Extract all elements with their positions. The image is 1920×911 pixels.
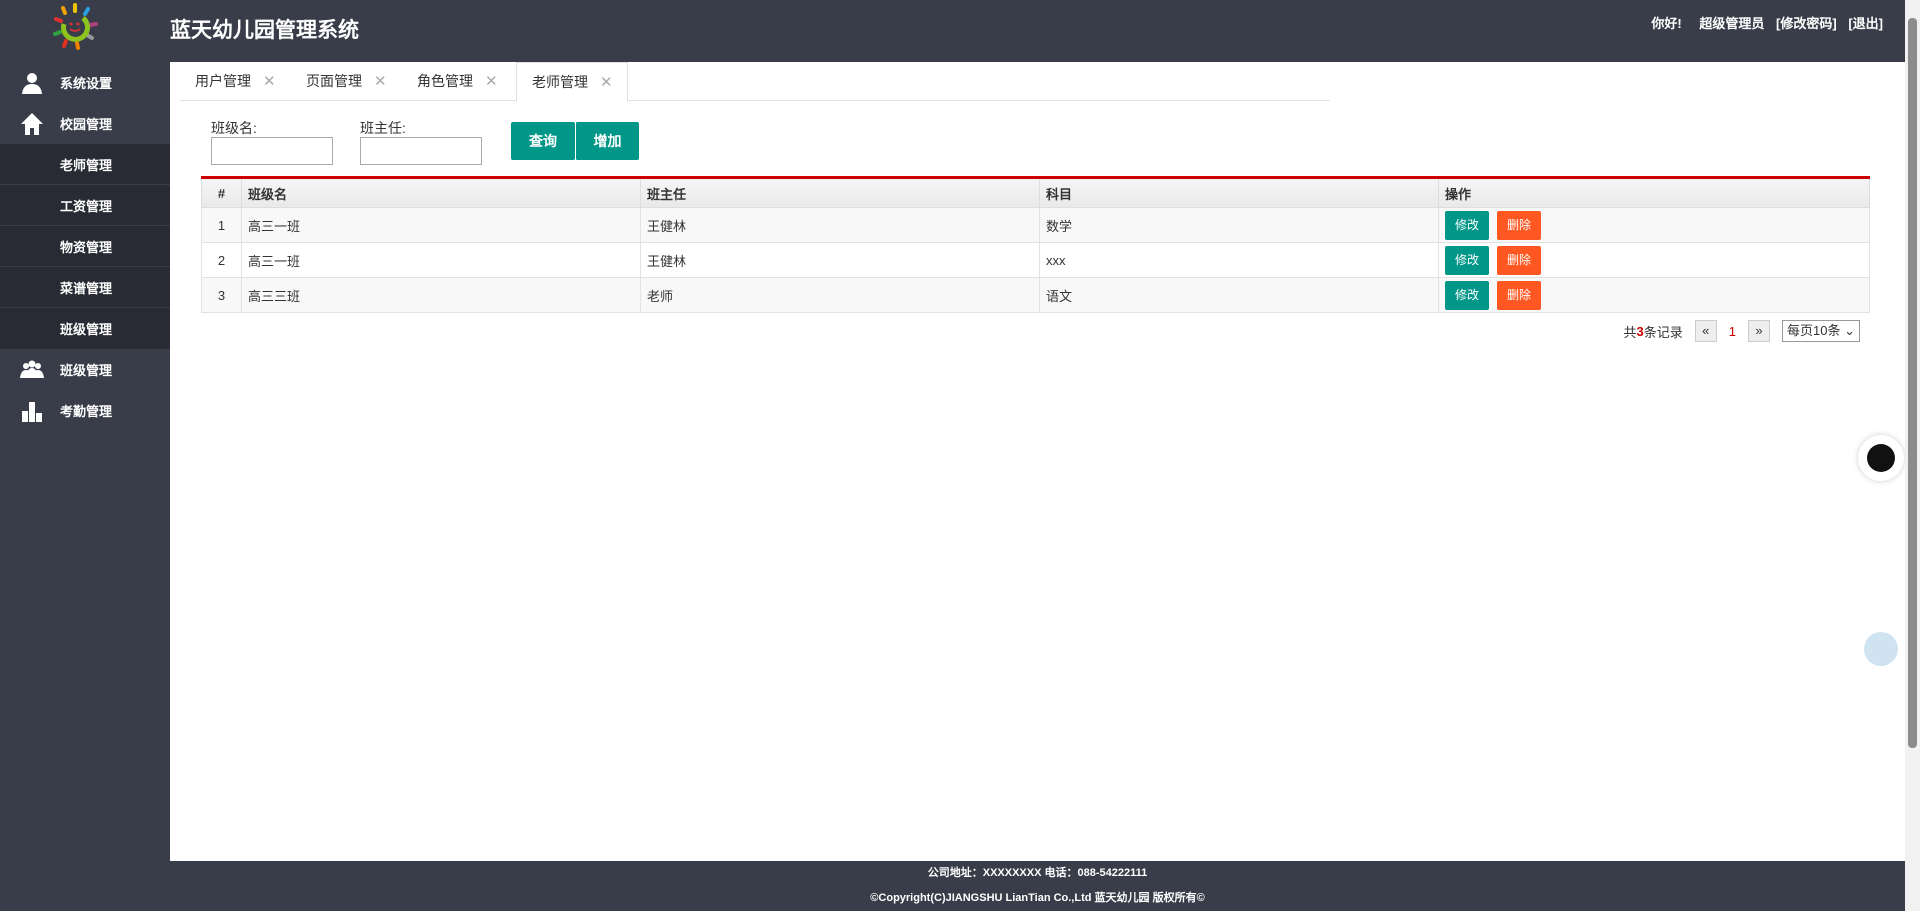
sidebar-item-class[interactable]: 班级管理	[0, 349, 170, 390]
close-icon[interactable]: ✕	[374, 73, 387, 90]
record-prefix: 共	[1623, 324, 1637, 340]
cell-subject: 数学	[1039, 207, 1439, 243]
cell-class-name: 高三三班	[241, 277, 641, 313]
tab-page-management[interactable]: 页面管理 ✕	[291, 62, 387, 101]
cell-class-name: 高三一班	[241, 242, 641, 278]
footer: 公司地址：XXXXXXXX 电话：088-54222111 ©Copyright…	[170, 861, 1905, 911]
home-icon	[21, 112, 43, 135]
delete-button[interactable]: 删除	[1497, 210, 1541, 240]
tab-teacher-management[interactable]: 老师管理 ✕	[516, 62, 628, 102]
col-header-index: #	[201, 177, 242, 208]
table-row: 2 高三一班 王健林 xxx 修改 删除	[201, 242, 1870, 278]
close-icon[interactable]: ✕	[600, 74, 613, 91]
head-teacher-label: 班主任:	[360, 120, 406, 136]
cell-actions: 修改 删除	[1438, 242, 1870, 278]
main-content: 用户管理 ✕ 页面管理 ✕ 角色管理 ✕ 老师管理 ✕ 班级名: 班主任: 查询 增加 …	[170, 62, 1905, 861]
cell-head-teacher: 王健林	[640, 207, 1040, 243]
tab-label: 角色管理	[417, 73, 473, 89]
close-icon[interactable]: ✕	[263, 73, 276, 90]
cell-index: 1	[201, 207, 242, 243]
prev-page-button[interactable]: «	[1694, 320, 1717, 342]
sidebar-item-label: 班级管理	[60, 363, 113, 378]
bar-chart-icon	[22, 401, 42, 422]
avatar-helper-icon[interactable]	[1864, 632, 1898, 666]
table-row: 3 高三三班 老师 语文 修改 删除	[201, 277, 1870, 313]
page-size-value: 每页10条	[1787, 323, 1841, 338]
close-icon[interactable]: ✕	[485, 73, 498, 90]
user-area: 你好! 超级管理员 [修改密码] [退出]	[1643, 13, 1883, 32]
chevron-down-icon: ⌄	[1844, 323, 1855, 338]
delete-button[interactable]: 删除	[1497, 280, 1541, 310]
current-page[interactable]: 1	[1729, 324, 1736, 339]
logout-link[interactable]: [退出]	[1848, 16, 1883, 31]
edit-button[interactable]: 修改	[1445, 210, 1489, 240]
scrollbar-thumb[interactable]	[1908, 18, 1917, 748]
edit-button[interactable]: 修改	[1445, 245, 1489, 275]
sidebar-item-system-settings[interactable]: 系统设置	[0, 62, 170, 103]
page-size-select[interactable]: 每页10条 ⌄	[1782, 320, 1860, 342]
tab-role-management[interactable]: 角色管理 ✕	[402, 62, 498, 101]
username: 超级管理员	[1699, 16, 1765, 31]
table-row: 1 高三一班 王健林 数学 修改 删除	[201, 207, 1870, 243]
user-icon	[22, 72, 42, 94]
delete-button[interactable]: 删除	[1497, 245, 1541, 275]
cell-subject: xxx	[1039, 242, 1439, 278]
next-page-button[interactable]: »	[1748, 320, 1770, 342]
sidebar: 系统设置 校园管理 老师管理 工资管理 物资管理 菜谱管理 班级管理 班级管理 …	[0, 62, 170, 911]
head-teacher-input[interactable]	[360, 137, 482, 165]
cell-class-name: 高三一班	[241, 207, 641, 243]
sidebar-sub-salary[interactable]: 工资管理	[0, 185, 170, 226]
pagination: 共 3 条记录 « 1 » 每页10条 ⌄	[1623, 320, 1860, 342]
edit-button[interactable]: 修改	[1445, 280, 1489, 310]
cell-actions: 修改 删除	[1438, 277, 1870, 313]
sidebar-item-campus[interactable]: 校园管理	[0, 103, 170, 144]
cell-head-teacher: 王健林	[640, 242, 1040, 278]
footer-copyright: ©Copyright(C)JIANGSHU LianTian Co.,Ltd 蓝…	[870, 892, 1205, 904]
tab-label: 页面管理	[306, 73, 362, 89]
cell-subject: 语文	[1039, 277, 1439, 313]
diamond-icon	[1867, 444, 1895, 472]
sidebar-sub-menu[interactable]: 菜谱管理	[0, 267, 170, 308]
sidebar-sub-class[interactable]: 班级管理	[0, 308, 170, 349]
table-header-row: # 班级名 班主任 科目 操作	[201, 177, 1870, 208]
col-header-subject: 科目	[1039, 177, 1439, 208]
class-name-input[interactable]	[211, 137, 333, 165]
change-password-link[interactable]: [修改密码]	[1776, 16, 1837, 31]
tab-label: 老师管理	[532, 74, 588, 90]
tab-bar: 用户管理 ✕ 页面管理 ✕ 角色管理 ✕ 老师管理 ✕	[180, 62, 1330, 102]
col-header-class-name: 班级名	[241, 177, 641, 208]
sun-logo-icon	[53, 3, 98, 50]
class-name-label: 班级名:	[211, 120, 257, 136]
greeting: 你好!	[1651, 16, 1682, 31]
footer-address: 公司地址：XXXXXXXX 电话：088-54222111	[927, 867, 1148, 879]
cell-actions: 修改 删除	[1438, 207, 1870, 243]
floating-assistant-button[interactable]	[1858, 435, 1904, 481]
sidebar-item-label: 考勤管理	[60, 404, 113, 419]
group-icon	[20, 360, 44, 378]
class-table: # 班级名 班主任 科目 操作 1 高三一班 王健林 数学 修改 删除 2 高三一…	[201, 176, 1870, 313]
cell-head-teacher: 老师	[640, 277, 1040, 313]
tab-user-management[interactable]: 用户管理 ✕	[180, 62, 276, 101]
query-button[interactable]: 查询	[511, 122, 575, 160]
top-header: 蓝天幼儿园管理系统 你好! 超级管理员 [修改密码] [退出]	[0, 0, 1905, 62]
add-button[interactable]: 增加	[575, 122, 639, 160]
record-count: 3	[1636, 323, 1644, 339]
cell-index: 2	[201, 242, 242, 278]
tab-label: 用户管理	[195, 73, 251, 89]
sidebar-item-label: 校园管理	[60, 117, 113, 132]
col-header-head-teacher: 班主任	[640, 177, 1040, 208]
app-title: 蓝天幼儿园管理系统	[170, 19, 359, 42]
scrollbar[interactable]	[1905, 0, 1920, 911]
sidebar-sub-supplies[interactable]: 物资管理	[0, 226, 170, 267]
cell-index: 3	[201, 277, 242, 313]
sidebar-sub-teacher[interactable]: 老师管理	[0, 144, 170, 185]
sidebar-item-label: 系统设置	[60, 76, 113, 91]
sidebar-item-attendance[interactable]: 考勤管理	[0, 390, 170, 431]
col-header-actions: 操作	[1438, 177, 1870, 208]
record-suffix: 条记录	[1643, 324, 1683, 340]
